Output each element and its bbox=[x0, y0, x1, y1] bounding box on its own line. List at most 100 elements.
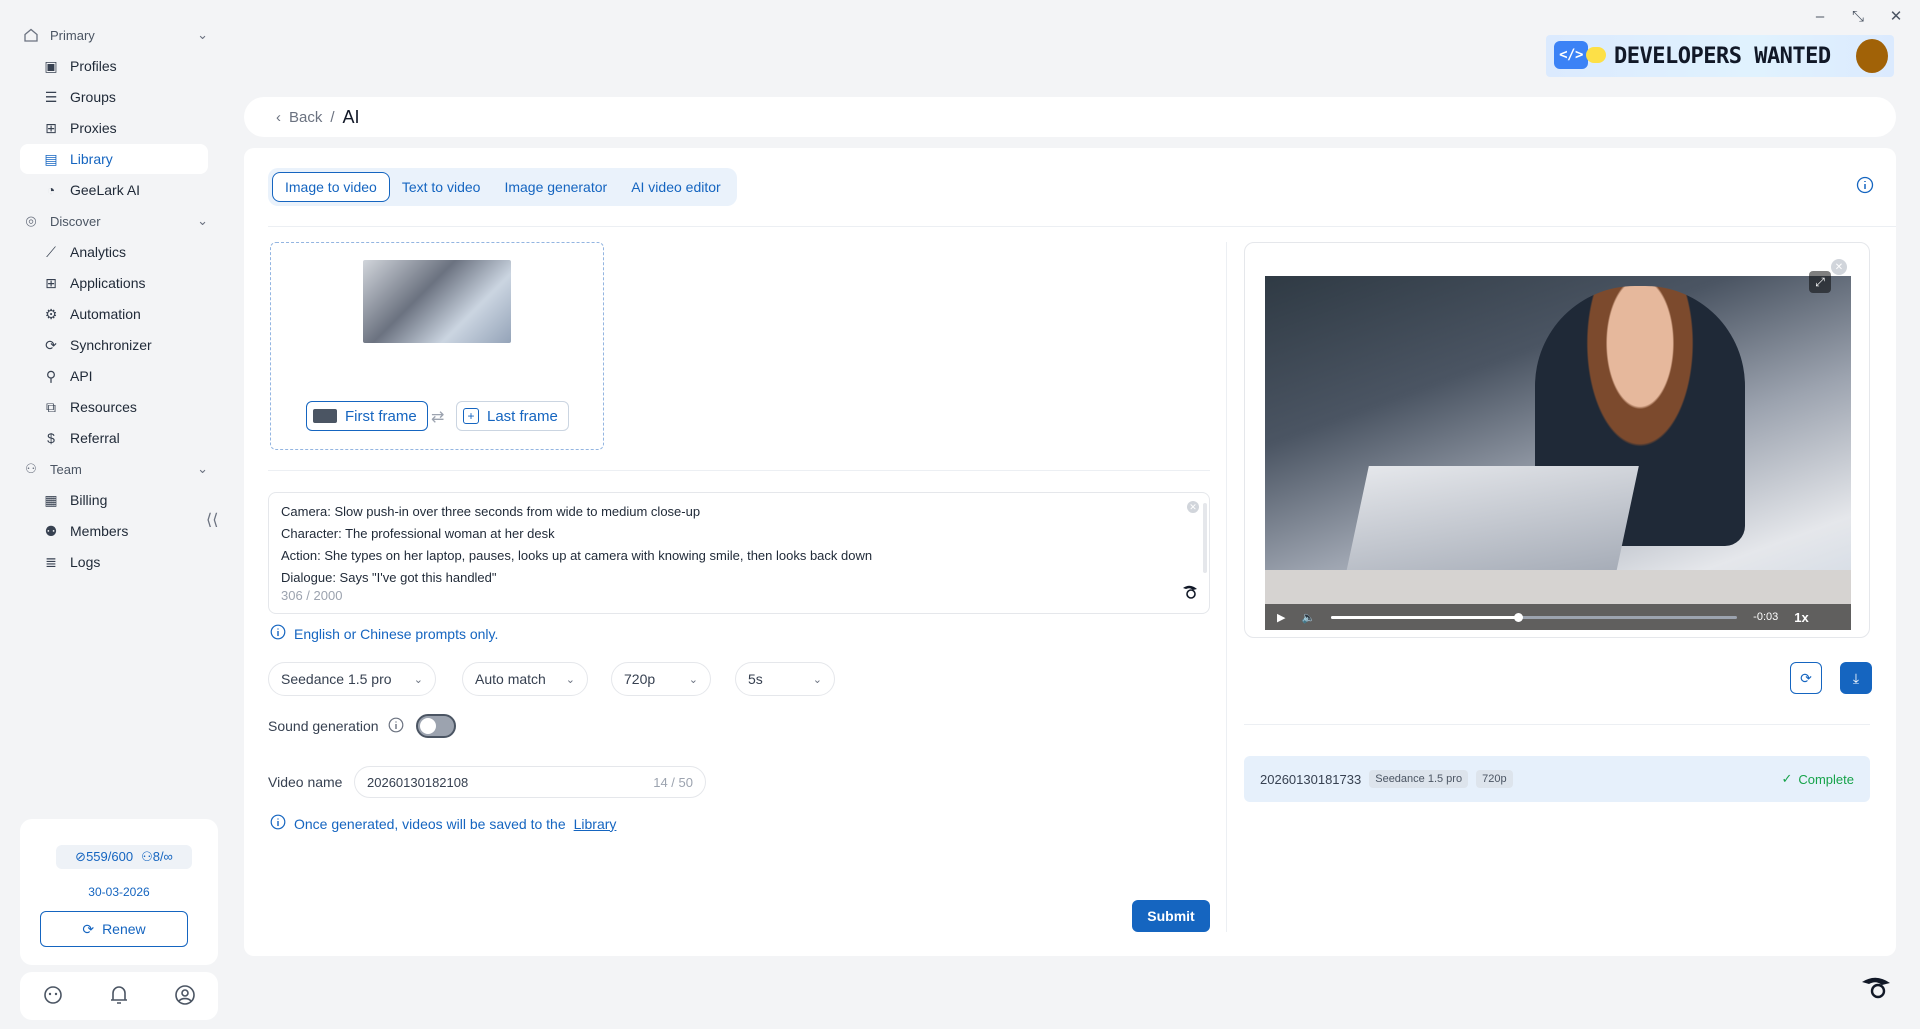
sidebar-item-library[interactable]: ▤ Library bbox=[20, 144, 208, 174]
duration-select[interactable]: 5s ⌄ bbox=[735, 662, 835, 696]
tab-image-to-video[interactable]: Image to video bbox=[272, 172, 390, 202]
sidebar-item-label: Synchronizer bbox=[70, 337, 152, 353]
library-link[interactable]: Library bbox=[574, 816, 617, 832]
page-title: AI bbox=[342, 106, 360, 127]
prompt-char-count: 306 / 2000 bbox=[281, 588, 343, 603]
sidebar-item-label: Proxies bbox=[70, 120, 117, 136]
sidebar-item-members[interactable]: ⚉ Members bbox=[20, 516, 208, 546]
geelark-logo-icon: ◔ bbox=[46, 182, 56, 198]
video-progress-handle[interactable] bbox=[1513, 612, 1523, 622]
library-icon: ▤ bbox=[44, 150, 58, 167]
sidebar-item-geelark-ai[interactable]: ◔ GeeLark AI bbox=[20, 175, 208, 205]
section-discover[interactable]: ◎ Discover ⌄ bbox=[8, 206, 222, 236]
back-link[interactable]: ‹ Back bbox=[276, 109, 322, 126]
video-name-input[interactable]: 20260130182108 14 / 50 bbox=[354, 766, 706, 798]
geelark-logo-icon[interactable] bbox=[1860, 975, 1892, 1004]
sidebar-item-api[interactable]: ⚲ API bbox=[20, 361, 208, 391]
renew-button[interactable]: ⟳ Renew bbox=[40, 911, 188, 947]
plan-usage-badge: ⊘559/600 ⚇8/∞ bbox=[56, 845, 192, 869]
prompt-line: Camera: Slow push-in over three seconds … bbox=[281, 504, 701, 519]
profiles-count: ⊘559/600 bbox=[75, 849, 133, 865]
resolution-select[interactable]: 720p ⌄ bbox=[611, 662, 711, 696]
tab-image-generator[interactable]: Image generator bbox=[492, 172, 619, 202]
geelark-logo-icon[interactable] bbox=[1181, 584, 1199, 607]
tab-text-to-video[interactable]: Text to video bbox=[390, 172, 493, 202]
sidebar-item-resources[interactable]: ⧉ Resources bbox=[20, 392, 208, 422]
dollar-icon: $ bbox=[47, 430, 55, 446]
sidebar-item-analytics[interactable]: ⟋ Analytics bbox=[20, 237, 208, 267]
tab-ai-video-editor[interactable]: AI video editor bbox=[619, 172, 733, 202]
play-icon[interactable]: ▶ bbox=[1277, 611, 1285, 624]
sidebar-item-profiles[interactable]: ▣ Profiles bbox=[20, 51, 208, 81]
library-hint-text: Once generated, videos will be saved to … bbox=[294, 815, 566, 832]
chevron-down-icon[interactable]: ⌄ bbox=[197, 27, 208, 43]
last-frame-button[interactable]: + Last frame bbox=[456, 401, 569, 431]
sidebar-item-automation[interactable]: ⚙ Automation bbox=[20, 299, 208, 329]
expand-icon[interactable]: ⤢ bbox=[1809, 271, 1831, 293]
sidebar-item-proxies[interactable]: ⊞ Proxies bbox=[20, 113, 208, 143]
chevron-down-icon: ⌄ bbox=[413, 673, 423, 686]
first-frame-button[interactable]: First frame bbox=[306, 401, 428, 431]
sidebar-item-groups[interactable]: ☰ Groups bbox=[20, 82, 208, 112]
breadcrumb: ‹ Back / AI bbox=[244, 97, 1896, 137]
support-icon[interactable] bbox=[42, 984, 64, 1009]
model-select[interactable]: Seedance 1.5 pro ⌄ bbox=[268, 662, 436, 696]
refresh-icon: ⟳ bbox=[1800, 669, 1812, 686]
chevron-down-icon[interactable]: ⌄ bbox=[197, 213, 208, 229]
chevron-down-icon: ⌄ bbox=[812, 673, 822, 686]
swap-icon[interactable]: ⇄ bbox=[431, 407, 444, 427]
code-icon: </> bbox=[1554, 41, 1588, 69]
sidebar-item-label: Applications bbox=[70, 275, 146, 291]
sidebar-item-billing[interactable]: ▦ Billing bbox=[20, 485, 208, 515]
clear-icon[interactable]: ✕ bbox=[1187, 501, 1199, 513]
scrollbar[interactable] bbox=[1203, 503, 1207, 573]
sidebar-item-label: API bbox=[70, 368, 93, 384]
video-player[interactable]: ▶ 🔈 -0:03 1x bbox=[1265, 276, 1851, 630]
sidebar-bottom-bar bbox=[20, 972, 218, 1020]
account-icon[interactable] bbox=[174, 984, 196, 1009]
regenerate-button[interactable]: ⟳ bbox=[1790, 662, 1822, 694]
playback-speed[interactable]: 1x bbox=[1794, 610, 1808, 625]
logs-icon: ≣ bbox=[45, 553, 57, 570]
chevron-down-icon[interactable]: ⌄ bbox=[197, 461, 208, 477]
frame-upload-area[interactable]: First frame ⇄ + Last frame bbox=[270, 242, 604, 450]
sidebar-item-label: Resources bbox=[70, 399, 137, 415]
bell-icon[interactable] bbox=[109, 984, 129, 1009]
collapse-sidebar-icon[interactable]: ⟨⟨ bbox=[206, 510, 218, 530]
sidebar-item-label: Automation bbox=[70, 306, 141, 322]
close-icon[interactable]: ✕ bbox=[1831, 259, 1847, 275]
sidebar-item-logs[interactable]: ≣ Logs bbox=[20, 547, 208, 577]
sound-generation-toggle[interactable] bbox=[416, 714, 456, 738]
history-item[interactable]: 20260130181733 Seedance 1.5 pro 720p ✓ C… bbox=[1244, 756, 1870, 802]
prompt-textarea[interactable]: Camera: Slow push-in over three seconds … bbox=[268, 492, 1210, 614]
developers-wanted-banner[interactable]: </> DEVELOPERS WANTED bbox=[1546, 35, 1894, 77]
video-name-char-count: 14 / 50 bbox=[653, 774, 693, 790]
info-icon[interactable] bbox=[1856, 176, 1874, 197]
volume-icon[interactable]: 🔈 bbox=[1301, 611, 1315, 624]
video-time: -0:03 bbox=[1753, 611, 1779, 623]
ratio-select[interactable]: Auto match ⌄ bbox=[462, 662, 588, 696]
info-icon[interactable] bbox=[388, 717, 404, 736]
list-icon: ☰ bbox=[44, 88, 58, 105]
analytics-icon: ⟋ bbox=[46, 243, 56, 260]
section-label: Primary bbox=[50, 27, 95, 43]
download-button[interactable]: ⤓ bbox=[1840, 662, 1872, 694]
sidebar-item-label: Analytics bbox=[70, 244, 127, 260]
minimize-icon[interactable]: – bbox=[1810, 6, 1830, 26]
section-primary[interactable]: Primary ⌄ bbox=[8, 20, 222, 50]
section-team[interactable]: ⚇ Team ⌄ bbox=[8, 454, 222, 484]
restore-icon[interactable]: ⤡ bbox=[1848, 6, 1868, 26]
submit-button[interactable]: Submit bbox=[1132, 900, 1210, 932]
ai-tabs: Image to video Text to video Image gener… bbox=[268, 168, 737, 206]
members-count: ⚇8/∞ bbox=[141, 849, 173, 865]
first-frame-label: First frame bbox=[345, 407, 417, 425]
video-progress-bar[interactable] bbox=[1331, 612, 1738, 622]
history-item-resolution: 720p bbox=[1476, 770, 1513, 788]
close-icon[interactable]: ✕ bbox=[1886, 6, 1906, 26]
divider bbox=[268, 470, 1210, 471]
developer-avatar-icon bbox=[1856, 39, 1888, 73]
sidebar-item-synchronizer[interactable]: ⟳ Synchronizer bbox=[20, 330, 208, 360]
sidebar-item-referral[interactable]: $ Referral bbox=[20, 423, 208, 453]
info-icon bbox=[270, 624, 286, 643]
sidebar-item-applications[interactable]: ⊞ Applications bbox=[20, 268, 208, 298]
